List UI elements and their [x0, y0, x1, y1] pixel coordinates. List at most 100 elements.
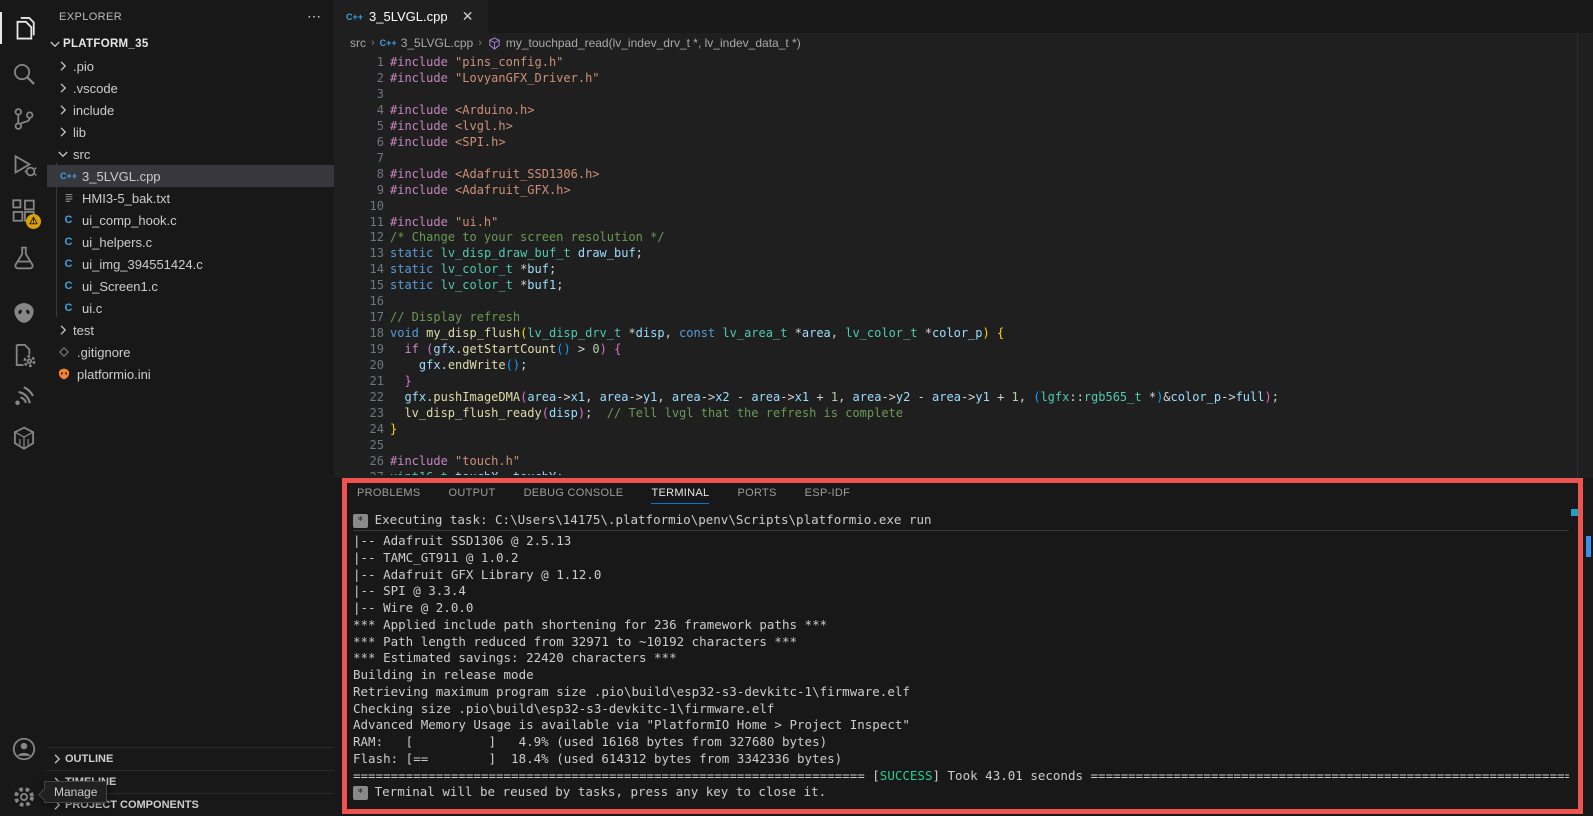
code-line-22: 22 gfx.pushImageDMA(area->x1, area->y1, … [334, 389, 1593, 405]
terminal-line-4: |-- Adafruit GFX Library @ 1.12.0 [353, 567, 1569, 584]
breadcrumb-separator: › [371, 37, 375, 49]
activitybar-project-tasks-icon[interactable] [0, 333, 47, 377]
line-content: static lv_color_t *buf; [390, 261, 556, 277]
chevron-right-icon [55, 80, 71, 96]
panel-tab-ports[interactable]: PORTS [737, 487, 776, 504]
terminal-line-1: *Executing task: C:\Users\14175\.platfor… [353, 511, 1569, 531]
panel-tab-esp-idf[interactable]: ESP-IDF [805, 487, 851, 504]
activitybar-accounts-icon[interactable] [0, 727, 47, 771]
c-file-icon: C [60, 234, 77, 250]
tree-folder-.vscode[interactable]: .vscode [47, 77, 334, 99]
activitybar-platformio-icon[interactable] [0, 291, 47, 335]
line-number: 6 [354, 134, 384, 150]
line-number: 21 [354, 373, 384, 389]
activitybar-testing-icon[interactable] [0, 236, 47, 280]
breadcrumb-item[interactable]: my_touchpad_read(lv_indev_drv_t *, lv_in… [506, 36, 801, 50]
panel-tab-debug-console[interactable]: DEBUG CONSOLE [524, 487, 624, 504]
tree-file-platformio.ini[interactable]: platformio.ini [47, 363, 334, 385]
file-label: 3_5LVGL.cpp [82, 169, 161, 184]
tree-folder-include[interactable]: include [47, 99, 334, 121]
code-line-19: 19 if (gfx.getStartCount() > 0) { [334, 341, 1593, 357]
terminal-output[interactable]: *Executing task: C:\Users\14175\.platfor… [353, 511, 1569, 812]
line-number: 4 [354, 102, 384, 118]
cpp-file-icon: C++ [346, 12, 363, 22]
c-file-icon: C [60, 256, 77, 272]
section-label: OUTLINE [65, 753, 113, 765]
tree-file-ui.c[interactable]: Cui.c [47, 297, 334, 319]
activitybar-esp-idf-icon[interactable] [0, 374, 47, 418]
breadcrumb[interactable]: src›C++3_5LVGL.cpp›my_touchpad_read(lv_i… [334, 33, 1593, 53]
tree-file-HMI3-5_bak.txt[interactable]: HMI3-5_bak.txt [47, 187, 334, 209]
code-line-7: 7 [334, 150, 1593, 166]
line-content: void my_disp_flush(lv_disp_drv_t *disp, … [390, 325, 1004, 341]
breadcrumb-item[interactable]: src [350, 36, 366, 50]
code-editor[interactable]: 1#include "pins_config.h"2#include "Lovy… [334, 53, 1593, 475]
activitybar-extensions-icon[interactable]: ⚠ [0, 189, 47, 233]
tree-file-ui_Screen1.c[interactable]: Cui_Screen1.c [47, 275, 334, 297]
panel-tab-terminal[interactable]: TERMINAL [651, 487, 709, 504]
tree-file-ui_helpers.c[interactable]: Cui_helpers.c [47, 231, 334, 253]
chevron-right-icon [55, 124, 71, 140]
code-line-25: 25 [334, 437, 1593, 453]
chevron-right-icon [55, 322, 71, 338]
terminal-line-8: *** Path length reduced from 32971 to ~1… [353, 634, 1569, 651]
tree-folder-src[interactable]: src [47, 143, 334, 165]
close-tab-icon[interactable]: ✕ [458, 7, 478, 27]
tree-folder-lib[interactable]: lib [47, 121, 334, 143]
c-file-icon: C [60, 300, 77, 316]
tree-folder-test[interactable]: test [47, 319, 334, 341]
line-number: 23 [354, 405, 384, 421]
terminal-line-5: |-- SPI @ 3.3.4 [353, 583, 1569, 600]
tree-root-platform_35[interactable]: PLATFORM_35 [47, 33, 334, 55]
line-content: gfx.pushImageDMA(area->x1, area->y1, are… [390, 389, 1279, 405]
c-file-icon: C [60, 212, 77, 228]
activitybar-source-control-icon[interactable] [0, 97, 47, 141]
tree-folder-.pio[interactable]: .pio [47, 55, 334, 77]
code-line-2: 2#include "LovyanGFX_Driver.h" [334, 70, 1593, 86]
tree-file-ui_img_394551424.c[interactable]: Cui_img_394551424.c [47, 253, 334, 275]
line-content: #include <Arduino.h> [390, 102, 535, 118]
tree-file-.gitignore[interactable]: .gitignore [47, 341, 334, 363]
activitybar-dev-container-icon[interactable] [0, 416, 47, 460]
line-content: // Display refresh [390, 309, 520, 325]
terminal-line-10: Building in release mode [353, 667, 1569, 684]
terminal-line-17: *Terminal will be reused by tasks, press… [353, 784, 1569, 801]
section-outline[interactable]: OUTLINE [47, 747, 334, 770]
activitybar-explorer-icon[interactable] [0, 6, 47, 50]
file-label: include [73, 103, 114, 118]
git-file-icon [55, 344, 72, 360]
panel-tab-output[interactable]: OUTPUT [449, 487, 496, 504]
activitybar-run-and-debug-icon[interactable] [0, 143, 47, 187]
tree-file-3_5LVGL.cpp[interactable]: C++3_5LVGL.cpp [47, 165, 334, 187]
file-label: ui_comp_hook.c [82, 213, 177, 228]
line-number: 24 [354, 421, 384, 437]
panel-tab-bar: PROBLEMS OUTPUT DEBUG CONSOLE TERMINAL PORTS… [357, 487, 850, 504]
tree-file-ui_comp_hook.c[interactable]: Cui_comp_hook.c [47, 209, 334, 231]
code-line-9: 9#include <Adafruit_GFX.h> [334, 182, 1593, 198]
panel-tab-problems[interactable]: PROBLEMS [357, 487, 421, 504]
terminal-line-9: *** Estimated savings: 22420 characters … [353, 650, 1569, 667]
more-actions-icon[interactable]: ⋯ [307, 8, 322, 25]
activitybar-search-icon[interactable] [0, 52, 47, 96]
root-folder-label: PLATFORM_35 [63, 38, 149, 50]
panel-scrollbar-thumb[interactable] [1586, 536, 1591, 557]
tooltip-text: Manage [54, 785, 97, 799]
file-label: ui_img_394551424.c [82, 257, 203, 272]
line-number: 10 [354, 198, 384, 214]
line-content: /* Change to your screen resolution */ [390, 229, 665, 245]
sidebar-header: EXPLORER ⋯ [47, 0, 334, 33]
line-number: 3 [354, 86, 384, 102]
file-tree: PLATFORM_35 .pio.vscode include libsrcC++3_… [47, 33, 334, 385]
tab-3_5LVGL.cpp[interactable]: C++ 3_5LVGL.cpp ✕ [334, 0, 488, 33]
line-number: 25 [354, 437, 384, 453]
file-label: test [73, 323, 94, 338]
breadcrumb-item[interactable]: 3_5LVGL.cpp [401, 36, 474, 50]
code-line-17: 17// Display refresh [334, 309, 1593, 325]
terminal-line-12: Checking size .pio\build\esp32-s3-devkit… [353, 701, 1569, 718]
code-line-23: 23 lv_disp_flush_ready(disp); // Tell lv… [334, 405, 1593, 421]
line-number: 7 [354, 150, 384, 166]
code-line-3: 3 [334, 86, 1593, 102]
chevron-right-icon [49, 751, 65, 767]
code-line-13: 13static lv_disp_draw_buf_t draw_buf; [334, 245, 1593, 261]
terminal-line-14: RAM: [ ] 4.9% (used 16168 bytes from 327… [353, 734, 1569, 751]
